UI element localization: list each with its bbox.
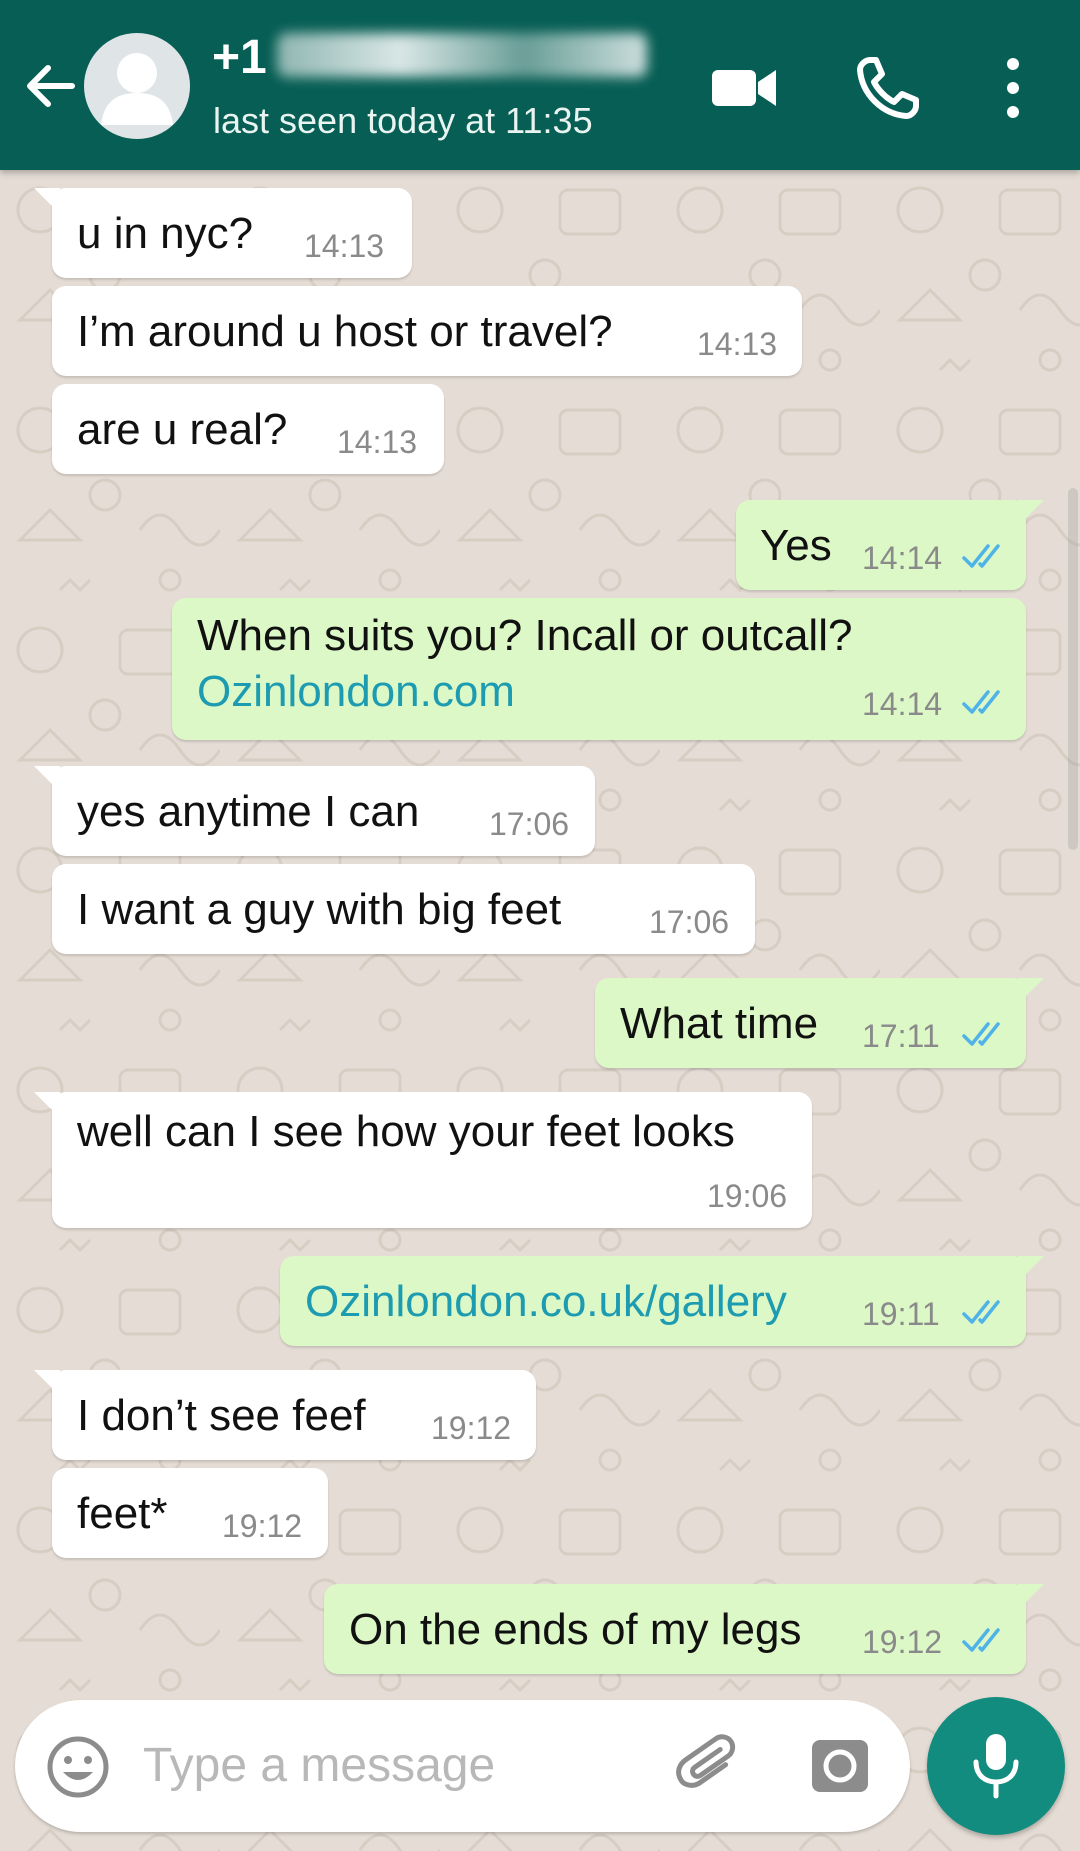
message-time: 14:13 <box>337 424 418 460</box>
chat-header: +1 last seen today at 11:35 <box>0 0 1080 170</box>
message-text: feet* <box>77 1489 168 1538</box>
message-composer: Type a message <box>15 1700 910 1832</box>
message-incoming[interactable]: yes anytime I can 17:06 <box>34 766 595 856</box>
message-text: well can I see how your feet looks <box>77 1107 735 1156</box>
message-outgoing[interactable]: Yes 14:14 <box>736 500 1044 590</box>
message-incoming[interactable]: I’m around u host or travel? 14:13 <box>52 286 802 376</box>
message-incoming[interactable]: well can I see how your feet looks 19:06 <box>34 1092 812 1228</box>
message-text: I don’t see feef <box>77 1391 366 1440</box>
video-call-icon[interactable] <box>704 48 784 128</box>
mic-icon <box>973 1734 1019 1799</box>
message-text: I’m around u host or travel? <box>77 307 613 356</box>
more-vert-icon[interactable] <box>990 48 1036 128</box>
blurred-phone-number <box>276 33 647 77</box>
message-incoming[interactable]: are u real? 14:13 <box>52 384 444 474</box>
message-time: 17:06 <box>489 806 570 842</box>
bubble-tail <box>1018 978 1044 1004</box>
message-text: When suits you? Incall or outcall? <box>197 611 853 660</box>
message-outgoing[interactable]: On the ends of my legs 19:12 <box>324 1584 1044 1674</box>
message-text: On the ends of my legs <box>349 1605 802 1654</box>
message-time: 14:13 <box>697 326 778 362</box>
message-time: 14:14 <box>862 540 943 576</box>
message-time: 14:14 <box>862 686 943 722</box>
message-text: yes anytime I can <box>77 787 420 836</box>
back-arrow-icon[interactable] <box>22 58 78 114</box>
bubble-tail <box>34 1370 60 1396</box>
voice-record-button[interactable] <box>927 1697 1065 1835</box>
read-receipt-icon <box>962 1300 1000 1324</box>
contact-avatar[interactable] <box>84 33 190 139</box>
attach-icon[interactable] <box>675 1732 745 1802</box>
message-incoming[interactable]: feet* 19:12 <box>52 1468 328 1558</box>
phone-call-icon[interactable] <box>848 48 928 128</box>
message-outgoing[interactable]: Ozinlondon.co.uk/gallery 19:11 <box>280 1256 1044 1346</box>
bubble-tail <box>1018 500 1044 526</box>
message-list[interactable]: u in nyc? 14:13 I’m around u host or tra… <box>0 170 1080 1851</box>
message-time: 19:12 <box>862 1624 943 1660</box>
bubble-tail <box>1018 1584 1044 1610</box>
message-time: 17:11 <box>862 1018 940 1054</box>
message-text: Yes <box>760 521 832 570</box>
message-time: 19:11 <box>862 1296 940 1332</box>
message-incoming[interactable]: u in nyc? 14:13 <box>34 188 412 278</box>
read-receipt-icon <box>962 1628 1000 1652</box>
contact-name-text: +1 <box>212 31 267 84</box>
message-link[interactable]: Ozinlondon.com <box>197 668 515 716</box>
message-text: u in nyc? <box>77 209 254 258</box>
message-text: are u real? <box>77 405 288 454</box>
message-link[interactable]: Ozinlondon.co.uk/gallery <box>305 1278 787 1326</box>
message-time: 19:12 <box>431 1410 512 1446</box>
camera-icon[interactable] <box>810 1736 870 1796</box>
read-receipt-icon <box>962 544 1000 568</box>
bubble-tail <box>34 1092 60 1118</box>
bubble-tail <box>1018 1256 1044 1282</box>
avatar-icon <box>101 53 173 125</box>
read-receipt-icon <box>962 1022 1000 1046</box>
message-incoming[interactable]: I don’t see feef 19:12 <box>34 1370 536 1460</box>
message-outgoing[interactable]: When suits you? Incall or outcall? Ozinl… <box>172 598 1026 740</box>
read-receipt-icon <box>962 690 1000 714</box>
message-time: 14:13 <box>304 228 385 264</box>
last-seen-status: last seen today at 11:35 <box>213 100 593 141</box>
message-time: 19:12 <box>222 1508 303 1544</box>
bubble-tail <box>34 766 60 792</box>
message-text: What time <box>620 999 819 1048</box>
emoji-icon[interactable] <box>45 1734 111 1800</box>
contact-name[interactable]: +1 <box>212 30 647 85</box>
bubble-tail <box>34 188 60 214</box>
message-input[interactable]: Type a message <box>143 1734 495 1798</box>
scrollbar-thumb[interactable] <box>1068 488 1078 850</box>
message-incoming[interactable]: I want a guy with big feet 17:06 <box>52 864 755 954</box>
message-time: 17:06 <box>649 904 730 940</box>
message-time: 19:06 <box>707 1178 788 1214</box>
message-text: I want a guy with big feet <box>77 885 562 934</box>
message-outgoing[interactable]: What time 17:11 <box>595 978 1044 1068</box>
